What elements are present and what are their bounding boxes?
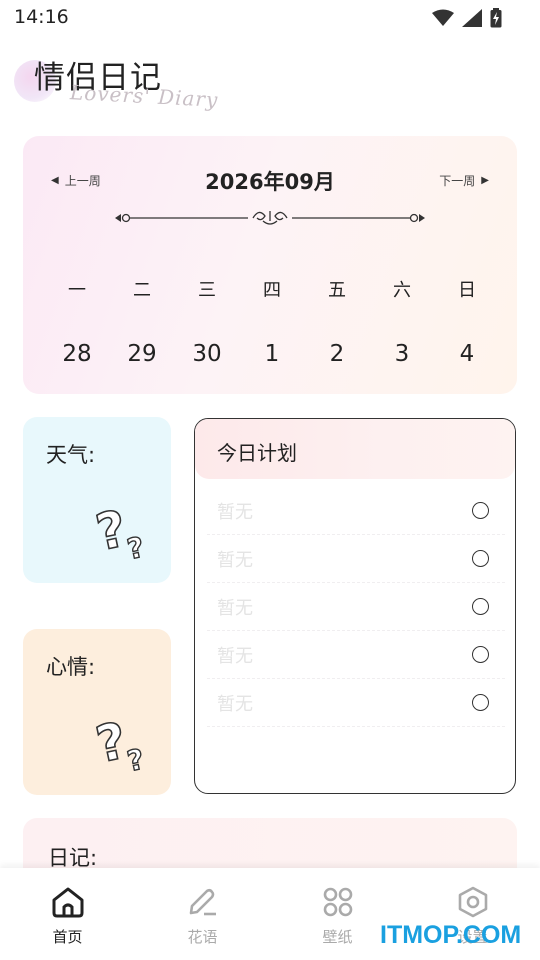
weekday-label: 二 bbox=[133, 280, 151, 301]
plan-item-text: 暂无 bbox=[217, 501, 253, 523]
weather-card[interactable]: 天气: ? ? bbox=[23, 417, 171, 583]
calendar-date[interactable]: 30 bbox=[177, 341, 237, 367]
next-week-button[interactable]: 下一周 ▶ bbox=[439, 172, 489, 189]
svg-text:?: ? bbox=[95, 713, 132, 771]
settings-icon bbox=[458, 886, 487, 918]
app-header: 情侣日记 Lovers' Diary bbox=[0, 40, 540, 120]
plan-item[interactable]: 暂无 bbox=[207, 535, 505, 583]
mood-card[interactable]: 心情: ? ? bbox=[23, 629, 171, 795]
weekday-row: 一 二 三 四 五 六 日 bbox=[47, 276, 497, 302]
plan-item[interactable]: 暂无 bbox=[207, 679, 505, 727]
plan-item-text: 暂无 bbox=[217, 549, 253, 571]
date-row: 28 29 30 1 2 3 4 bbox=[47, 341, 497, 367]
triangle-right-icon: ▶ bbox=[481, 175, 489, 186]
plan-item[interactable]: 暂无 bbox=[207, 487, 505, 535]
app-subtitle: Lovers' Diary bbox=[69, 80, 219, 112]
status-icons bbox=[432, 8, 502, 28]
weather-label: 天气: bbox=[46, 443, 96, 467]
svg-text:?: ? bbox=[95, 501, 132, 559]
plan-item-text: 暂无 bbox=[217, 693, 253, 715]
nav-item-flower-language[interactable]: 花语 bbox=[135, 868, 270, 960]
plan-list: 暂无 暂无 暂无 暂无 暂无 bbox=[207, 487, 505, 727]
calendar-date[interactable]: 28 bbox=[47, 341, 107, 367]
calendar-date[interactable]: 4 bbox=[437, 341, 497, 367]
today-plan-card: 今日计划 暂无 暂无 暂无 暂无 暂无 bbox=[194, 418, 516, 794]
weekday-label: 四 bbox=[263, 280, 281, 301]
question-mark-icon: ? ? bbox=[95, 501, 148, 559]
nav-label: 首页 bbox=[52, 928, 83, 946]
weekday-label: 日 bbox=[458, 280, 476, 301]
weekday-label: 六 bbox=[393, 280, 411, 301]
plan-item[interactable]: 暂无 bbox=[207, 583, 505, 631]
weekday-label: 一 bbox=[68, 280, 86, 301]
calendar-card: ◀ 上一周 2026年09月 下一周 ▶ 一 二 三 四 五 六 日 28 29… bbox=[23, 136, 517, 394]
wifi-icon bbox=[432, 9, 454, 26]
plan-checkbox[interactable] bbox=[472, 694, 489, 711]
home-icon bbox=[52, 887, 83, 918]
weekday-label: 三 bbox=[198, 280, 216, 301]
status-bar: 14:16 bbox=[0, 0, 540, 36]
weekday-label: 五 bbox=[328, 280, 346, 301]
plan-checkbox[interactable] bbox=[472, 550, 489, 567]
nav-item-home[interactable]: 首页 bbox=[0, 868, 135, 960]
mood-label: 心情: bbox=[46, 655, 96, 679]
calendar-date[interactable]: 29 bbox=[112, 341, 172, 367]
ornament-divider bbox=[115, 211, 425, 225]
battery-icon bbox=[490, 8, 502, 28]
grid-icon bbox=[323, 887, 352, 917]
plan-title: 今日计划 bbox=[217, 441, 297, 465]
pen-icon bbox=[189, 888, 216, 916]
watermark: ITMOP.COM bbox=[380, 921, 522, 949]
nav-label: 壁纸 bbox=[322, 928, 353, 946]
signal-icon bbox=[462, 9, 482, 27]
plan-item-text: 暂无 bbox=[217, 597, 253, 619]
calendar-date[interactable]: 1 bbox=[242, 341, 302, 367]
nav-label: 花语 bbox=[187, 928, 218, 946]
calendar-date[interactable]: 2 bbox=[307, 341, 367, 367]
status-time: 14:16 bbox=[14, 6, 69, 28]
question-mark-icon: ? ? bbox=[95, 713, 148, 771]
plan-item-text: 暂无 bbox=[217, 645, 253, 667]
plan-checkbox[interactable] bbox=[472, 502, 489, 519]
plan-checkbox[interactable] bbox=[472, 646, 489, 663]
plan-checkbox[interactable] bbox=[472, 598, 489, 615]
next-week-label: 下一周 bbox=[439, 174, 476, 188]
plan-item[interactable]: 暂无 bbox=[207, 631, 505, 679]
calendar-date[interactable]: 3 bbox=[372, 341, 432, 367]
